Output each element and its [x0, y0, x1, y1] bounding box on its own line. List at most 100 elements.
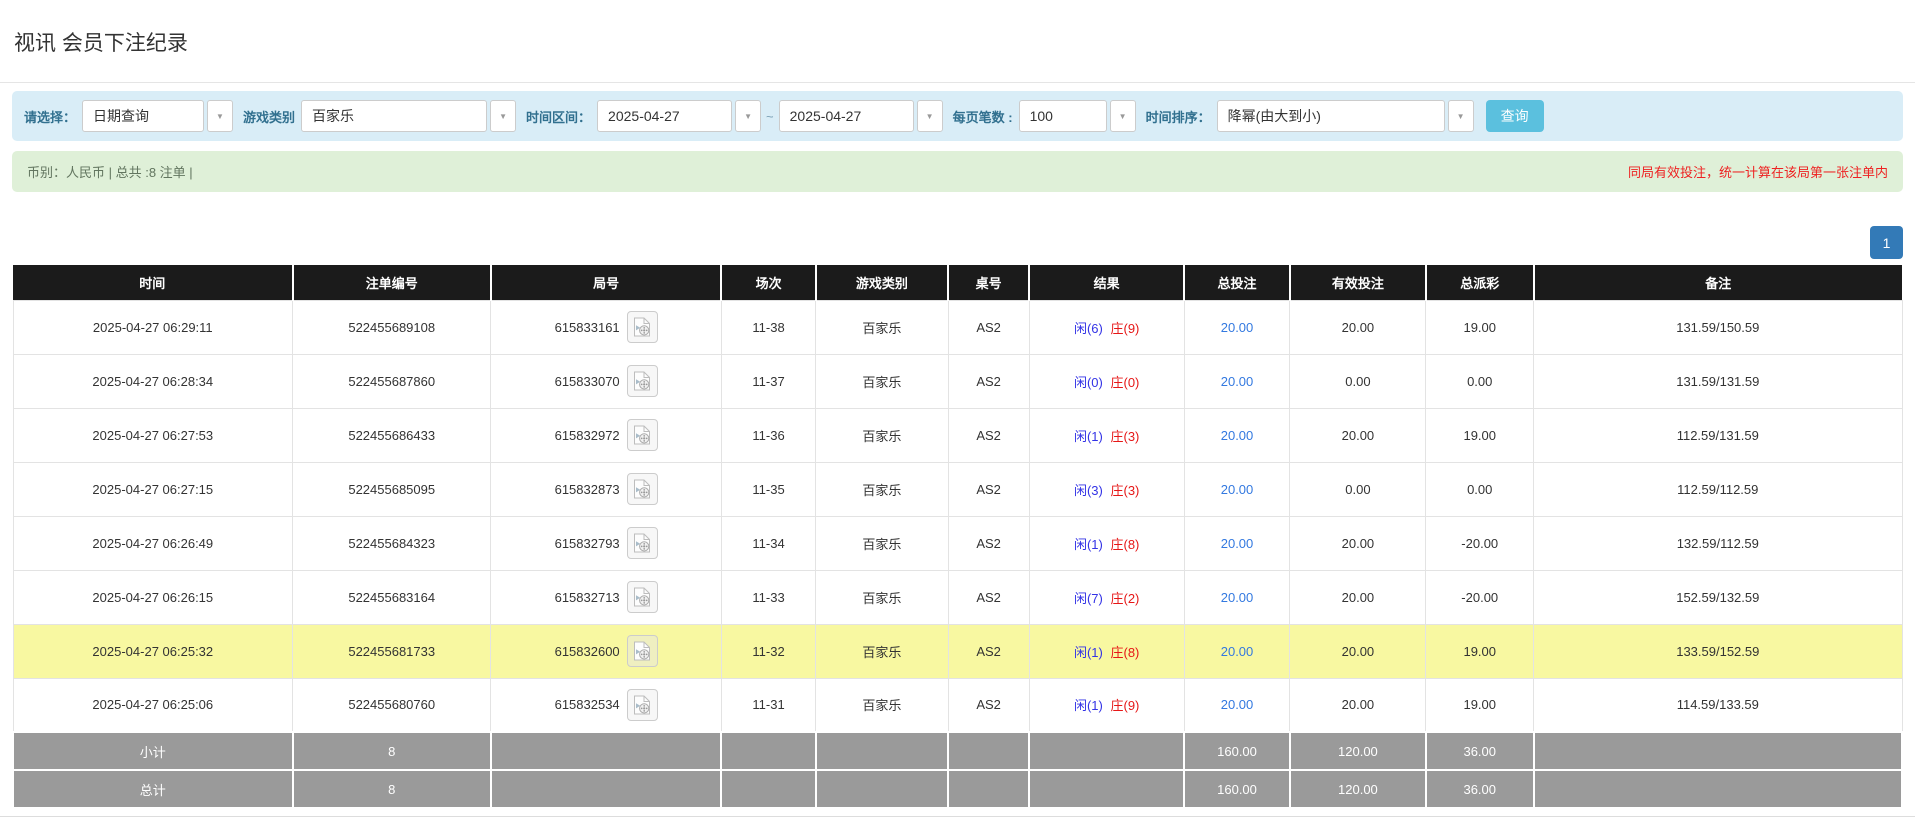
game-cell: 百家乐 — [815, 407, 949, 463]
table-no-cell: AS2 — [947, 623, 1030, 679]
result-player: 闲(7) — [1073, 590, 1103, 606]
video-replay-button[interactable] — [626, 311, 658, 344]
table-row[interactable]: 2025-04-27 06:29:11 522455689108 6158331… — [12, 299, 1903, 355]
chevron-down-icon[interactable]: ▼ — [916, 100, 943, 133]
total-bet-link[interactable]: 20.00 — [1221, 536, 1254, 551]
footer-label-cell: 小计 — [12, 731, 294, 772]
video-replay-button[interactable] — [626, 688, 658, 721]
table-row[interactable]: 2025-04-27 06:27:53 522455686433 6158329… — [12, 407, 1903, 463]
result-cell: 闲(0) 庄(0) — [1028, 353, 1185, 409]
time-cell: 2025-04-27 06:27:53 — [12, 407, 294, 463]
date-to-value[interactable]: 2025-04-27 — [778, 100, 914, 133]
date-from-value[interactable]: 2025-04-27 — [597, 100, 733, 133]
round-id-value: 615832600 — [554, 643, 620, 659]
total-bet-link[interactable]: 20.00 — [1221, 697, 1254, 712]
valid-bet-cell: 20.00 — [1289, 623, 1427, 679]
query-type-label: 请选择： — [24, 109, 77, 125]
table-no-cell: AS2 — [947, 299, 1030, 355]
video-file-icon — [634, 317, 651, 337]
valid-bet-cell: 0.00 — [1289, 461, 1427, 517]
page-1-button[interactable]: 1 — [1870, 226, 1903, 260]
video-replay-button[interactable] — [626, 365, 658, 398]
remark-cell: 152.59/132.59 — [1533, 569, 1903, 625]
bet-id-cell: 522455685095 — [292, 461, 492, 517]
per-page-value[interactable]: 100 — [1018, 100, 1107, 133]
notice-text: 同局有效投注，统一计算在该局第一张注单内 — [1627, 165, 1888, 181]
video-replay-button[interactable] — [626, 527, 658, 560]
video-file-icon — [634, 641, 651, 661]
sort-value[interactable]: 降幂(由大到小) — [1216, 100, 1445, 133]
result-banker: 庄(8) — [1110, 536, 1140, 552]
session-cell: 11-38 — [720, 299, 817, 355]
chevron-down-icon[interactable]: ▼ — [735, 100, 762, 133]
game-cell: 百家乐 — [815, 623, 949, 679]
table-body: 2025-04-27 06:29:11 522455689108 6158331… — [12, 299, 1903, 733]
pagination: 1 — [12, 226, 1903, 260]
valid-bet-cell: 0.00 — [1289, 353, 1427, 409]
result-player: 闲(1) — [1073, 536, 1103, 552]
table-row[interactable]: 2025-04-27 06:27:15 522455685095 6158328… — [12, 461, 1903, 517]
round-id-cell: 615833070 — [490, 353, 722, 409]
table-row[interactable]: 2025-04-27 06:25:06 522455680760 6158325… — [12, 677, 1903, 733]
total-bet-link[interactable]: 20.00 — [1221, 482, 1254, 497]
payout-cell: -20.00 — [1425, 569, 1535, 625]
page-title: 视讯 会员下注纪录 — [14, 32, 188, 56]
sort-select[interactable]: 降幂(由大到小) ▼ — [1216, 100, 1474, 133]
result-banker: 庄(2) — [1110, 590, 1140, 606]
game-category-value[interactable]: 百家乐 — [301, 100, 488, 133]
video-replay-button[interactable] — [626, 419, 658, 452]
total-bet-cell: 20.00 — [1183, 353, 1291, 409]
column-header-payout: 总派彩 — [1424, 265, 1535, 301]
column-header-time: 时间 — [13, 265, 294, 301]
valid-bet-cell: 20.00 — [1289, 569, 1427, 625]
round-id-value: 615833070 — [554, 373, 620, 389]
video-replay-button[interactable] — [626, 635, 658, 668]
round-id-cell: 615832713 — [490, 569, 722, 625]
table-row[interactable]: 2025-04-27 06:28:34 522455687860 6158330… — [12, 353, 1903, 409]
session-cell: 11-33 — [720, 569, 817, 625]
total-bet-cell: 20.00 — [1183, 515, 1291, 571]
game-category-select[interactable]: 百家乐 ▼ — [301, 100, 517, 133]
total-bet-link[interactable]: 20.00 — [1221, 320, 1254, 335]
video-replay-button[interactable] — [626, 581, 658, 614]
table-row[interactable]: 2025-04-27 06:26:15 522455683164 6158327… — [12, 569, 1903, 625]
per-page-select[interactable]: 100 ▼ — [1018, 100, 1136, 133]
table-no-cell: AS2 — [947, 461, 1030, 517]
bet-id-cell: 522455680760 — [292, 677, 492, 733]
query-type-select[interactable]: 日期查询 ▼ — [82, 100, 234, 133]
game-cell: 百家乐 — [815, 353, 949, 409]
chevron-down-icon[interactable]: ▼ — [490, 100, 517, 133]
date-to-input[interactable]: 2025-04-27 ▼ — [778, 100, 943, 133]
footer-payout-cell: 36.00 — [1424, 731, 1535, 772]
bet-records-table: 时间 注单编号 局号 场次 游戏类别 桌号 结果 总投注 有效投注 总派彩 备注… — [12, 265, 1904, 810]
total-bet-link[interactable]: 20.00 — [1221, 428, 1254, 443]
chevron-down-icon[interactable]: ▼ — [1109, 100, 1136, 133]
column-header-total-bet: 总投注 — [1183, 265, 1291, 301]
chevron-down-icon[interactable]: ▼ — [207, 100, 234, 133]
video-replay-button[interactable] — [626, 473, 658, 506]
remark-cell: 132.59/112.59 — [1533, 515, 1903, 571]
valid-bet-cell: 20.00 — [1289, 515, 1427, 571]
date-from-input[interactable]: 2025-04-27 ▼ — [597, 100, 762, 133]
chevron-down-icon[interactable]: ▼ — [1447, 100, 1474, 133]
search-button[interactable]: 查询 — [1485, 100, 1544, 133]
round-id-cell: 615832534 — [490, 677, 722, 733]
bet-id-cell: 522455686433 — [292, 407, 492, 463]
total-bet-cell: 20.00 — [1183, 299, 1291, 355]
video-file-icon — [634, 479, 651, 499]
total-bet-link[interactable]: 20.00 — [1221, 590, 1254, 605]
result-player: 闲(1) — [1073, 644, 1103, 660]
column-header-session: 场次 — [720, 265, 817, 301]
session-cell: 11-36 — [720, 407, 817, 463]
table-footer: 小计 8 160.00 120.00 36.00 总计 8 160.00 120… — [12, 731, 1904, 810]
total-bet-link[interactable]: 20.00 — [1221, 644, 1254, 659]
column-header-round-id: 局号 — [489, 265, 723, 301]
total-bet-link[interactable]: 20.00 — [1221, 374, 1254, 389]
result-banker: 庄(3) — [1110, 428, 1140, 444]
table-row[interactable]: 2025-04-27 06:25:32 522455681733 6158326… — [12, 623, 1903, 679]
query-type-value[interactable]: 日期查询 — [82, 100, 205, 133]
video-file-icon — [634, 587, 651, 607]
table-row[interactable]: 2025-04-27 06:26:49 522455684323 6158327… — [12, 515, 1903, 571]
result-player: 闲(6) — [1073, 320, 1103, 336]
total-bet-cell: 20.00 — [1183, 461, 1291, 517]
